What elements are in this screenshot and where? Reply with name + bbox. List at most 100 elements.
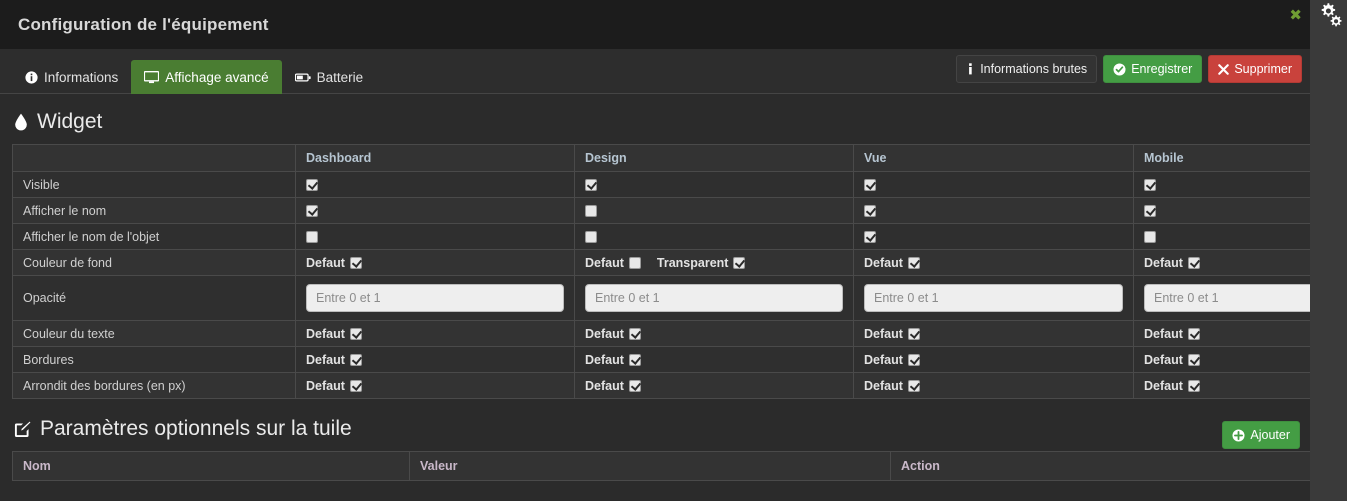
checkbox-afficher-le-nom-mobile[interactable] xyxy=(1144,205,1156,218)
checkbox-afficher-le-nom-de-l-objet-design[interactable] xyxy=(585,231,597,244)
option-label: Defaut xyxy=(306,326,345,341)
cell-input xyxy=(853,275,1134,321)
checkbox-defaut[interactable] xyxy=(907,327,920,340)
plus-circle-icon xyxy=(1232,428,1245,442)
cell-options: Defaut xyxy=(295,372,575,399)
table-row: Afficher le nom xyxy=(12,197,1310,224)
checkbox-defaut[interactable] xyxy=(907,353,920,366)
option-label: Defaut xyxy=(864,352,903,367)
tab-informations[interactable]: Informations xyxy=(12,60,131,94)
checkbox-afficher-le-nom-de-l-objet-dashboard[interactable] xyxy=(306,231,318,244)
table-row: Afficher le nom de l'objet xyxy=(12,223,1310,250)
option-group: Defaut xyxy=(306,327,362,341)
checkbox-afficher-le-nom-vue[interactable] xyxy=(864,205,876,218)
checkbox-visible-dashboard[interactable] xyxy=(306,179,318,192)
checkbox-defaut[interactable] xyxy=(1187,327,1200,340)
checkbox-visible-vue[interactable] xyxy=(864,179,876,192)
widget-table-body: Visible Afficher le nom Afficher le nom de… xyxy=(12,171,1310,399)
enregistrer-button[interactable]: Enregistrer xyxy=(1103,55,1203,83)
cell-options: Defaut xyxy=(574,372,854,399)
check-circle-icon xyxy=(1113,62,1126,76)
row-label: Afficher le nom xyxy=(12,197,296,224)
row-label: Arrondit des bordures (en px) xyxy=(12,372,296,399)
cell-checkbox xyxy=(295,171,575,198)
tabbar: Informations Affichage avancé Batterie I… xyxy=(0,49,1310,94)
tab-batterie[interactable]: Batterie xyxy=(282,60,377,94)
checkbox-defaut[interactable] xyxy=(1187,353,1200,366)
cell-checkbox xyxy=(853,197,1134,224)
option-group: Defaut xyxy=(1144,379,1200,393)
checkbox-visible-mobile[interactable] xyxy=(1144,179,1156,192)
widget-section-title: Widget xyxy=(14,110,1310,134)
checkbox-defaut[interactable] xyxy=(628,353,641,366)
option-group: Defaut xyxy=(1144,256,1200,270)
option-group: Defaut xyxy=(1144,353,1200,367)
option-group: Defaut xyxy=(864,353,920,367)
cell-checkbox xyxy=(574,197,854,224)
checkbox-defaut[interactable] xyxy=(1187,256,1200,269)
opacity-input-design[interactable] xyxy=(585,284,843,312)
edit-icon xyxy=(14,421,31,438)
checkbox-visible-design[interactable] xyxy=(585,179,597,192)
cell-options: Defaut xyxy=(574,320,854,347)
row-label: Couleur du texte xyxy=(12,320,296,347)
checkbox-defaut[interactable] xyxy=(628,256,641,269)
checkbox-defaut[interactable] xyxy=(349,353,362,366)
col-header-blank xyxy=(12,144,296,172)
params-table-head: Nom Valeur Action xyxy=(12,451,1310,481)
option-label: Defaut xyxy=(306,378,345,393)
checkbox-afficher-le-nom-dashboard[interactable] xyxy=(306,205,318,218)
option-label: Defaut xyxy=(1144,352,1183,367)
col-header-nom: Nom xyxy=(12,451,410,481)
table-row: Opacité xyxy=(12,275,1310,321)
tab-affichage-avance[interactable]: Affichage avancé xyxy=(131,60,282,94)
checkbox-afficher-le-nom-de-l-objet-vue[interactable] xyxy=(864,231,876,244)
checkbox-afficher-le-nom-de-l-objet-mobile[interactable] xyxy=(1144,231,1156,244)
checkbox-defaut[interactable] xyxy=(907,256,920,269)
cell-input xyxy=(1133,275,1310,321)
supprimer-button[interactable]: Supprimer xyxy=(1208,55,1302,83)
checkbox-defaut[interactable] xyxy=(349,379,362,392)
gears-icon[interactable] xyxy=(1318,2,1344,28)
col-header-design: Design xyxy=(574,144,854,172)
checkbox-transparent[interactable] xyxy=(733,256,746,269)
checkbox-defaut[interactable] xyxy=(628,327,641,340)
option-group: Defaut xyxy=(864,327,920,341)
option-group: Defaut xyxy=(306,256,362,270)
row-label: Afficher le nom de l'objet xyxy=(12,223,296,250)
option-label: Defaut xyxy=(864,255,903,270)
checkbox-defaut[interactable] xyxy=(1187,379,1200,392)
info-circle-icon xyxy=(25,70,38,84)
widget-header-row: Dashboard Design Vue Mobile xyxy=(12,144,1310,172)
checkbox-afficher-le-nom-design[interactable] xyxy=(585,205,597,218)
checkbox-defaut[interactable] xyxy=(349,327,362,340)
informations-brutes-button[interactable]: Informations brutes xyxy=(956,55,1098,83)
titlebar: Configuration de l'équipement ✖ xyxy=(0,0,1310,49)
option-group: Defaut xyxy=(585,379,641,393)
table-row: Couleur de fond Defaut Defaut Transparent De… xyxy=(12,249,1310,276)
cell-checkbox xyxy=(295,223,575,250)
close-icon[interactable]: ✖ xyxy=(1289,8,1302,23)
checkbox-defaut[interactable] xyxy=(628,379,641,392)
cell-input xyxy=(574,275,854,321)
option-label: Defaut xyxy=(864,378,903,393)
col-header-vue: Vue xyxy=(853,144,1134,172)
opacity-input-mobile[interactable] xyxy=(1144,284,1310,312)
option-group: Defaut xyxy=(306,353,362,367)
ajouter-button[interactable]: Ajouter xyxy=(1222,421,1300,449)
opacity-input-vue[interactable] xyxy=(864,284,1123,312)
checkbox-defaut[interactable] xyxy=(907,379,920,392)
cell-options: Defaut xyxy=(1133,249,1310,276)
cell-options: Defaut xyxy=(853,320,1134,347)
tab-label: Informations xyxy=(44,69,119,85)
cell-options: Defaut Transparent xyxy=(574,249,854,276)
option-label: Defaut xyxy=(585,255,624,270)
col-header-action: Action xyxy=(890,451,1310,481)
button-label: Informations brutes xyxy=(980,62,1088,76)
opacity-input-dashboard[interactable] xyxy=(306,284,564,312)
option-label: Defaut xyxy=(585,378,624,393)
table-row: Couleur du texte Defaut Defaut Defaut Defaut xyxy=(12,320,1310,347)
cell-options: Defaut xyxy=(295,320,575,347)
cell-options: Defaut xyxy=(853,346,1134,373)
checkbox-defaut[interactable] xyxy=(349,256,362,269)
